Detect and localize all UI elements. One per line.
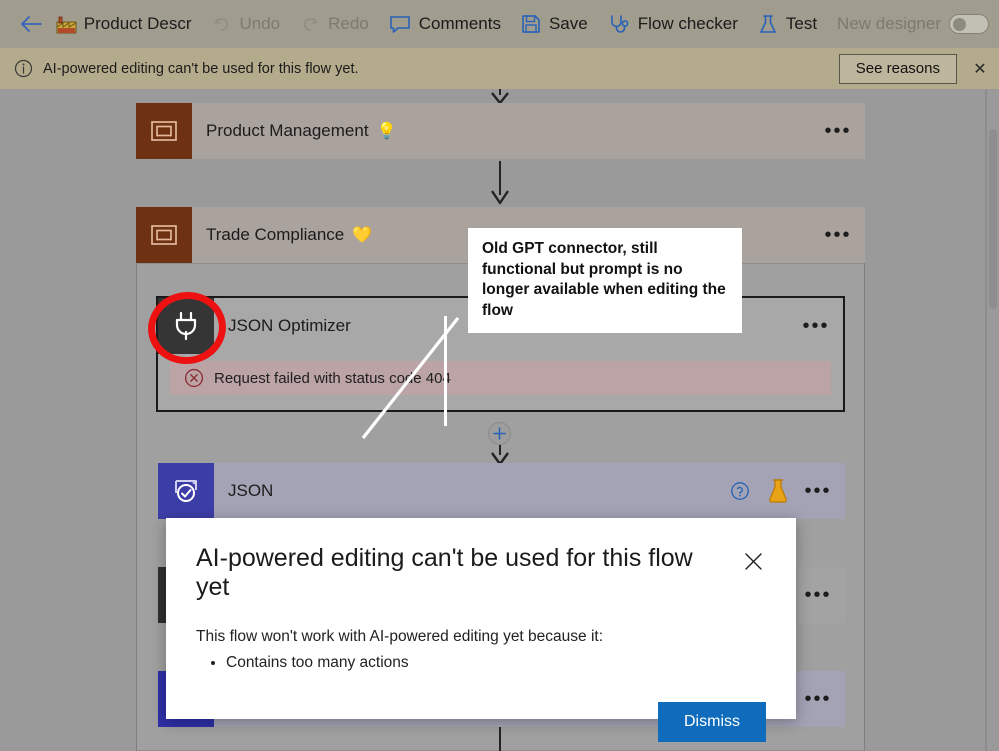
action-node-json[interactable]: JSON •••	[158, 463, 845, 519]
command-bar: Product Descr Undo Redo Comments Save Fl…	[0, 0, 999, 48]
toggle-knob	[953, 18, 966, 31]
help-circle-icon[interactable]	[725, 476, 755, 506]
ai-editing-dialog: AI-powered editing can't be used for thi…	[166, 518, 796, 742]
vertical-scrollbar[interactable]	[985, 89, 999, 751]
warning-banner: AI-powered editing can't be used for thi…	[0, 48, 999, 89]
dialog-reason-list: Contains too many actions	[226, 652, 766, 674]
redo-icon	[300, 14, 320, 34]
scope-node-product-management[interactable]: Product Management 💡 •••	[136, 103, 865, 159]
scrollbar-thumb[interactable]	[989, 129, 997, 309]
plus-icon	[493, 427, 506, 440]
redo-label: Redo	[328, 14, 369, 33]
test-button[interactable]: Test	[748, 4, 827, 44]
plug-icon	[158, 298, 214, 354]
node-menu-button[interactable]: •••	[799, 309, 833, 343]
annotation-box: Old GPT connector, still functional but …	[468, 228, 742, 334]
test-label: Test	[785, 14, 818, 33]
flow-canvas[interactable]: Product Management 💡 ••• Trade Complianc…	[0, 89, 999, 751]
dialog-footer: Dismiss	[196, 701, 766, 742]
badge-emoji: 💛	[352, 227, 373, 244]
flow-title-button[interactable]: Product Descr	[52, 4, 202, 44]
arrow-left-icon	[20, 16, 42, 32]
node-title: Trade Compliance	[206, 225, 345, 244]
scope-node-body: Product Management 💡 •••	[192, 103, 865, 159]
save-button[interactable]: Save	[511, 4, 598, 44]
save-icon	[521, 14, 541, 34]
node-menu-button[interactable]: •••	[801, 474, 835, 508]
scope-icon	[136, 103, 192, 159]
new-designer-toggle-group[interactable]: New designer	[827, 4, 999, 44]
node-menu-button[interactable]: •••	[821, 218, 855, 252]
node-title: Product Management	[206, 121, 369, 140]
error-circle-icon	[184, 368, 204, 388]
new-designer-label: New designer	[837, 14, 941, 33]
banner-message: AI-powered editing can't be used for thi…	[43, 60, 359, 77]
see-reasons-button[interactable]: See reasons	[838, 53, 957, 84]
back-button[interactable]	[14, 7, 48, 41]
node-title: JSON	[228, 481, 274, 500]
comment-icon	[389, 14, 411, 34]
scrollbar-track-line	[986, 89, 987, 751]
redo-button[interactable]: Redo	[290, 4, 379, 44]
connector-arrow-1	[488, 161, 512, 210]
scope-left-rail	[136, 263, 137, 751]
parse-json-icon	[158, 463, 214, 519]
flow-checker-button[interactable]: Flow checker	[598, 4, 748, 44]
node-menu-button[interactable]: •••	[801, 578, 835, 612]
dialog-subtitle: This flow won't work with AI-powered edi…	[196, 627, 604, 645]
flow-title: Product Descr	[83, 14, 192, 33]
flask-icon	[758, 14, 778, 35]
app-root: Product Descr Undo Redo Comments Save Fl…	[0, 0, 999, 751]
comments-button[interactable]: Comments	[379, 4, 511, 44]
flow-checker-label: Flow checker	[637, 14, 738, 33]
undo-button[interactable]: Undo	[202, 4, 291, 44]
comments-label: Comments	[418, 14, 501, 33]
node-title: JSON Optimizer	[228, 316, 351, 335]
flask-icon[interactable]	[763, 476, 793, 506]
factory-icon	[56, 15, 77, 34]
add-step-button[interactable]	[488, 422, 511, 445]
dismiss-button[interactable]: Dismiss	[658, 701, 766, 742]
dialog-title: AI-powered editing can't be used for thi…	[196, 544, 693, 601]
close-icon[interactable]	[740, 548, 766, 574]
stethoscope-icon	[608, 14, 630, 35]
scope-right-rail	[864, 263, 865, 751]
save-label: Save	[548, 14, 588, 33]
list-item: Contains too many actions	[226, 652, 766, 674]
undo-label: Undo	[239, 14, 281, 33]
annotation-leader-line-diagonal	[361, 317, 460, 439]
banner-close-icon[interactable]: ✕	[967, 56, 993, 82]
dialog-body: This flow won't work with AI-powered edi…	[196, 628, 766, 674]
error-row: Request failed with status code 404	[170, 361, 831, 395]
node-menu-button[interactable]: •••	[821, 114, 855, 148]
scope-icon	[136, 207, 192, 263]
dialog-header: AI-powered editing can't be used for thi…	[196, 544, 766, 602]
node-menu-button[interactable]: •••	[801, 682, 835, 716]
lightbulb-emoji: 💡	[376, 123, 397, 140]
undo-icon	[212, 14, 232, 34]
action-node-body: JSON •••	[214, 463, 845, 519]
new-designer-toggle[interactable]	[949, 14, 989, 34]
info-icon	[14, 59, 33, 78]
